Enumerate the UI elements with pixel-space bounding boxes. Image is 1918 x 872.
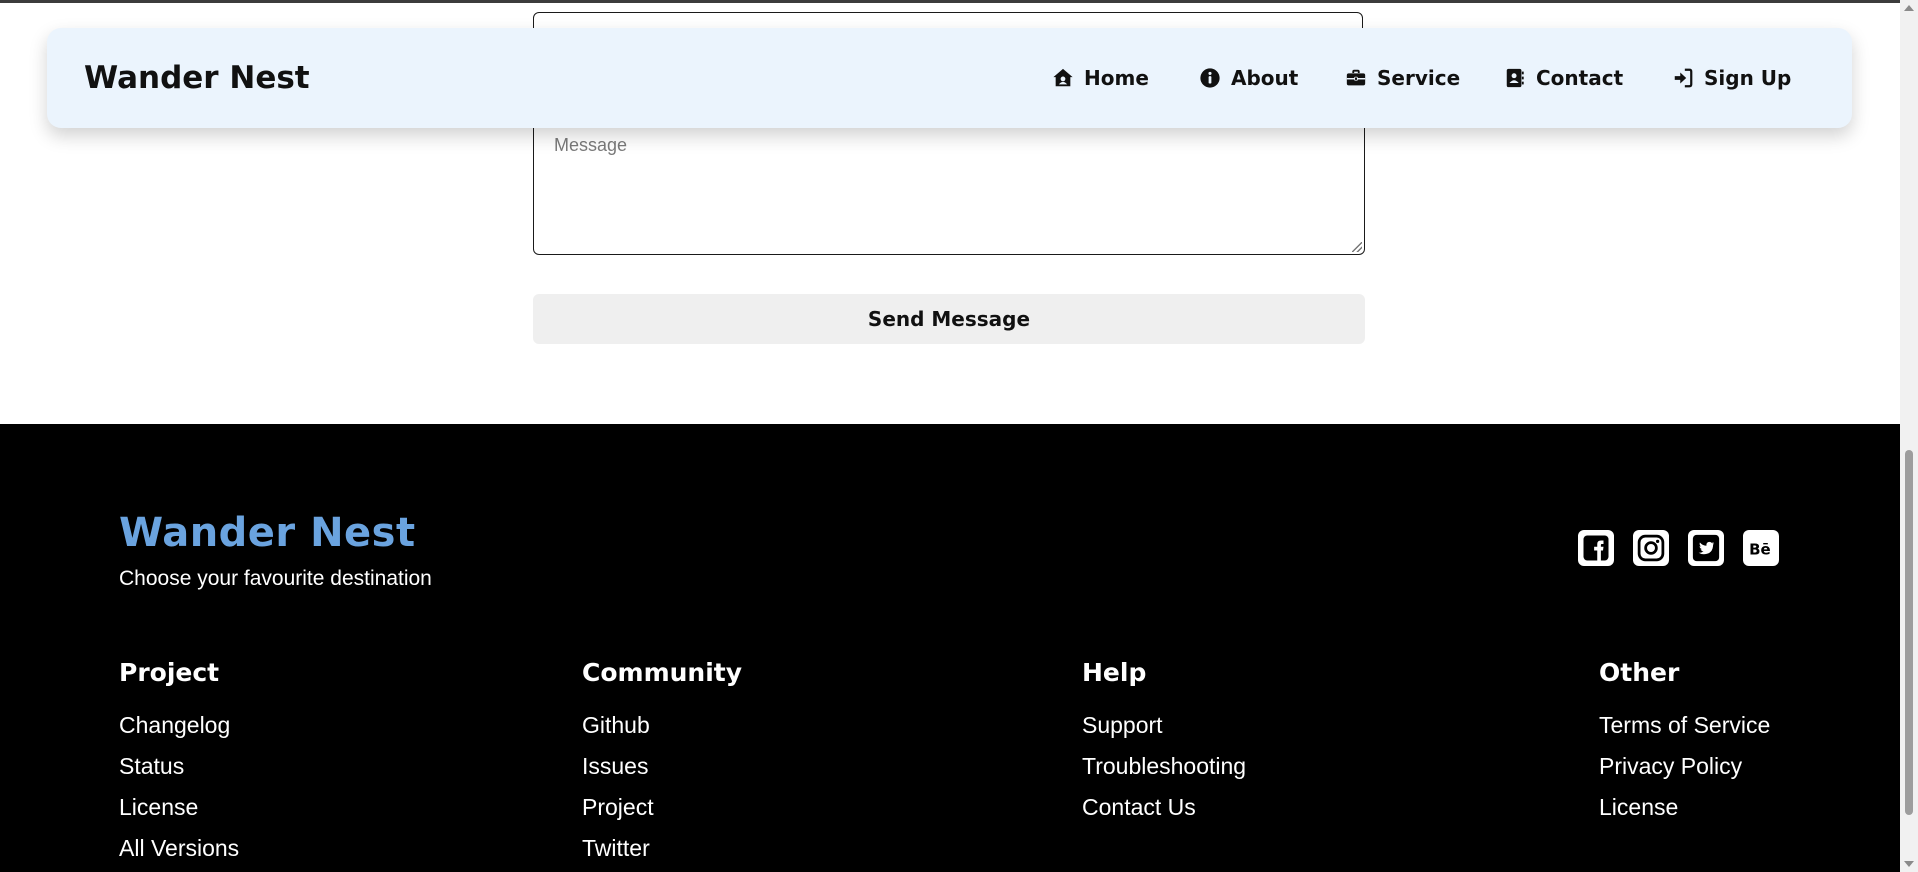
instagram-link[interactable] [1633, 530, 1669, 566]
footer-link-twitter[interactable]: Twitter [582, 835, 650, 862]
footer-link-issues[interactable]: Issues [582, 753, 648, 780]
footer-link-license[interactable]: License [119, 794, 198, 821]
footer-link-troubleshooting[interactable]: Troubleshooting [1082, 753, 1246, 780]
footer-link-license-other[interactable]: License [1599, 794, 1678, 821]
info-circle-icon [1200, 68, 1220, 88]
footer-brand[interactable]: Wander Nest [119, 510, 416, 556]
nav-about-label: About [1231, 66, 1299, 90]
briefcase-icon [1346, 69, 1366, 86]
scroll-down-arrow[interactable] [1904, 861, 1914, 867]
footer-link-github[interactable]: Github [582, 712, 650, 739]
nav-about[interactable]: About [1199, 28, 1298, 128]
footer-link-changelog[interactable]: Changelog [119, 712, 230, 739]
behance-icon: Bē [1749, 540, 1771, 558]
address-book-icon [1506, 68, 1524, 88]
footer-heading-community: Community [582, 658, 743, 687]
footer-link-terms-of-service[interactable]: Terms of Service [1599, 712, 1770, 739]
navbar: Wander Nest Home About Service Contact S… [47, 28, 1852, 128]
footer-link-status[interactable]: Status [119, 753, 184, 780]
nav-contact-label: Contact [1536, 66, 1624, 90]
facebook-icon [1583, 535, 1609, 561]
nav-sign-up-label: Sign Up [1704, 66, 1792, 90]
window-top-edge [0, 0, 1918, 3]
resize-handle[interactable] [1352, 242, 1362, 252]
message-textarea[interactable]: Message [533, 118, 1365, 255]
nav-contact[interactable]: Contact [1504, 28, 1623, 128]
footer-link-contact-us[interactable]: Contact Us [1082, 794, 1196, 821]
footer-link-all-versions[interactable]: All Versions [119, 835, 239, 862]
message-placeholder: Message [554, 135, 628, 155]
footer-link-privacy-policy[interactable]: Privacy Policy [1599, 753, 1742, 780]
footer-link-support[interactable]: Support [1082, 712, 1163, 739]
footer-heading-help: Help [1082, 658, 1147, 687]
scrollbar-thumb[interactable] [1905, 450, 1913, 815]
send-message-button[interactable]: Send Message [533, 294, 1365, 344]
footer-tagline: Choose your favourite destination [119, 567, 432, 590]
navbar-brand[interactable]: Wander Nest [84, 28, 310, 128]
page-scrollbar[interactable] [1900, 0, 1918, 872]
twitter-link[interactable] [1688, 530, 1724, 566]
footer-link-project[interactable]: Project [582, 794, 654, 821]
behance-link[interactable]: Bē [1743, 530, 1779, 566]
footer-heading-other: Other [1599, 658, 1680, 687]
footer: Wander Nest Choose your favourite destin… [0, 424, 1900, 872]
nav-sign-up[interactable]: Sign Up [1672, 28, 1791, 128]
instagram-icon [1637, 534, 1665, 562]
nav-service[interactable]: Service [1345, 28, 1460, 128]
nav-home[interactable]: Home [1052, 28, 1149, 128]
nav-service-label: Service [1377, 66, 1461, 90]
facebook-link[interactable] [1578, 530, 1614, 566]
footer-heading-project: Project [119, 658, 220, 687]
svg-text:Bē: Bē [1749, 540, 1771, 558]
twitter-icon [1692, 534, 1720, 562]
sign-in-icon [1674, 68, 1693, 88]
house-user-icon [1053, 68, 1073, 87]
nav-home-label: Home [1084, 66, 1149, 90]
scroll-up-arrow[interactable] [1904, 5, 1914, 11]
